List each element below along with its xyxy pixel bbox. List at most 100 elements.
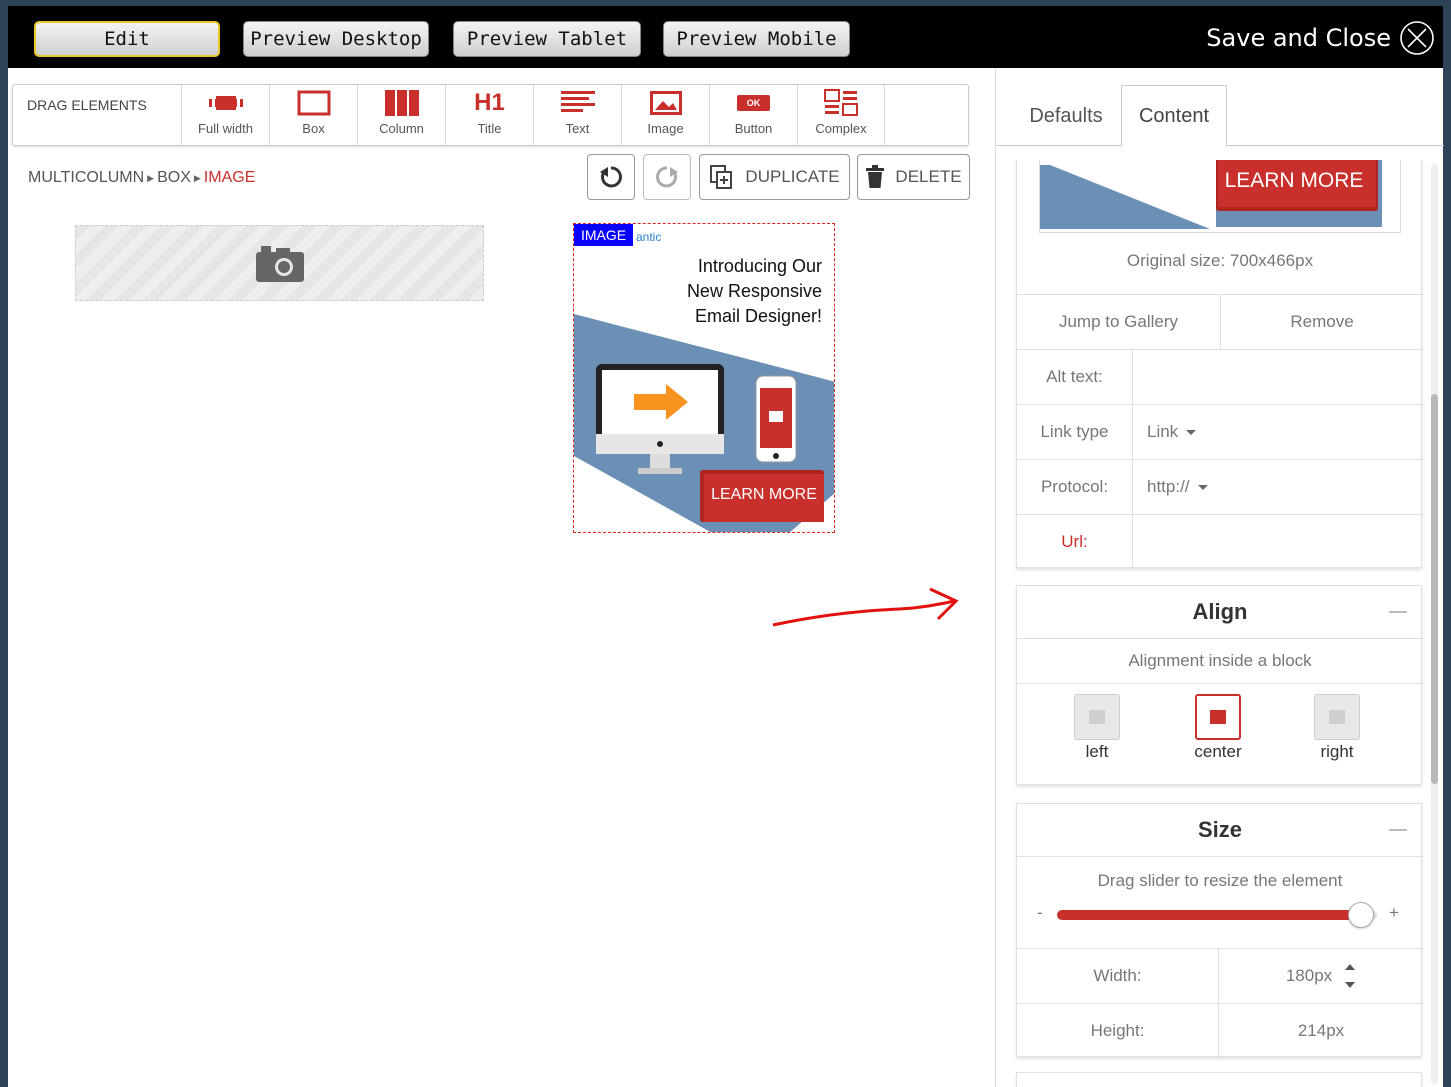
banner-heading-line: Email Designer! [694,306,822,326]
align-right-icon [1314,694,1360,740]
drag-item-full-width[interactable]: Full width [181,85,269,145]
edit-mode-button[interactable]: Edit [34,21,220,57]
preview-desktop-button[interactable]: Preview Desktop [243,21,429,57]
size-card: Size Drag slider to resize the element -… [1016,803,1423,1058]
complex-icon [824,89,858,116]
drag-item-label: Box [302,121,325,136]
protocol-dropdown[interactable]: http:// [1133,460,1423,514]
properties-panel: Defaults Content LEARN MORE Original siz… [995,68,1444,1087]
gallery-actions-row: Jump to Gallery Remove [1017,294,1423,349]
duplicate-icon [710,165,733,189]
width-value: 180px [1285,966,1333,985]
alt-text-label: Alt text: [1046,367,1103,386]
breadcrumb: MULTICOLUMN ▶ BOX ▶ IMAGE [28,169,255,187]
width-row: Width: 180px [1017,948,1423,1003]
column-icon [384,90,419,116]
close-circle-icon [1400,21,1434,55]
url-label: Url: [1061,532,1088,551]
height-row: Height: 214px [1017,1003,1423,1058]
alt-text-row: Alt text: [1017,349,1423,404]
align-title: Align [1192,599,1248,624]
undo-icon [600,166,622,188]
align-options-row: left center right [1017,683,1423,786]
align-card: Align Alignment inside a block left cent… [1016,585,1423,786]
drag-item-button[interactable]: OK Button [709,85,797,145]
drag-item-title[interactable]: H1 Title [445,85,533,145]
title-icon: H1 [474,89,505,116]
preview-learn-more-text: LEARN MORE [1224,169,1364,192]
collapse-size-icon[interactable] [1389,829,1407,831]
delete-label: DELETE [895,167,962,186]
width-stepper[interactable]: 180px [1219,949,1423,1003]
align-center-option[interactable]: center [1178,694,1258,762]
align-right-label: right [1320,742,1354,761]
alt-text-field[interactable] [1133,350,1423,404]
preview-tablet-button[interactable]: Preview Tablet [453,21,641,57]
banner-heading-line: Introducing Our [697,256,822,276]
height-label: Height: [1090,1021,1145,1040]
protocol-value: http:// [1147,477,1190,496]
duplicate-button[interactable]: DUPLICATE [699,154,850,200]
jump-to-gallery-button[interactable]: Jump to Gallery [1017,295,1220,349]
selected-image-element[interactable]: IMAGE antic Introducing Our New Responsi… [573,223,835,533]
drag-item-column[interactable]: Column [357,85,445,145]
drag-item-label: Complex [815,121,867,136]
remove-image-button[interactable]: Remove [1221,295,1423,349]
image-icon [649,91,682,115]
drag-item-box[interactable]: Box [269,85,357,145]
text-icon [560,91,595,112]
banner-brand-text: antic [636,230,662,244]
panel-tabs: Defaults Content [996,82,1444,147]
size-slider-handle[interactable] [1348,902,1374,928]
width-label: Width: [1093,966,1142,985]
slider-minus-label: - [1037,903,1043,922]
delete-button[interactable]: DELETE [857,154,970,200]
tab-content[interactable]: Content [1121,85,1227,147]
redo-icon [656,166,678,188]
save-and-close-label: Save and Close [1206,24,1391,52]
align-subtitle: Alignment inside a block [1128,651,1312,670]
full-width-icon [208,96,243,110]
image-preview-thumbnail[interactable]: LEARN MORE [1039,160,1401,233]
save-and-close-button[interactable]: Save and Close [1206,18,1435,58]
panel-scroll-area: LEARN MORE Original size: 700x466px Jump… [996,160,1444,1087]
align-left-icon [1074,694,1120,740]
drag-item-image[interactable]: Image [621,85,709,145]
panel-scrollbar-thumb[interactable] [1431,394,1438,784]
breadcrumb-item-box[interactable]: BOX [157,169,191,187]
banner-heading-line: New Responsive [686,281,822,301]
original-size-text: Original size: 700x466px [1126,251,1314,270]
protocol-label: Protocol: [1040,477,1109,496]
align-subtitle-row: Alignment inside a block [1017,638,1423,683]
collapse-align-icon[interactable] [1389,611,1407,613]
drag-elements-title: DRAG ELEMENTS [27,97,147,113]
empty-image-placeholder[interactable] [75,225,484,301]
drag-item-text[interactable]: Text [533,85,621,145]
size-slider-track[interactable] [1057,902,1377,928]
tab-defaults[interactable]: Defaults [1010,85,1122,147]
undo-button[interactable] [587,154,635,200]
stepper-arrows-icon[interactable] [1344,962,1356,990]
drag-item-complex[interactable]: Complex [797,85,885,145]
preview-mobile-button[interactable]: Preview Mobile [663,21,850,57]
drag-item-label: Column [379,121,424,136]
url-field[interactable] [1133,515,1423,569]
drag-item-label: Button [734,121,773,136]
button-icon: OK [736,85,771,121]
editor-canvas-area: DRAG ELEMENTS Full width Box Column H1 T… [8,68,995,1087]
url-row: Url: [1017,514,1423,569]
redo-button[interactable] [643,154,691,200]
align-left-option[interactable]: left [1057,694,1137,762]
height-value: 214px [1297,1021,1345,1040]
link-type-row: Link type Link [1017,404,1423,459]
camera-icon [255,246,304,282]
align-right-option[interactable]: right [1297,694,1377,762]
breadcrumb-item-current: IMAGE [203,169,256,186]
top-bar: Edit Preview Desktop Preview Tablet Prev… [8,6,1443,68]
breadcrumb-item-multicolumn[interactable]: MULTICOLUMN [28,169,144,187]
link-type-dropdown[interactable]: Link [1133,405,1423,459]
image-settings-card: LEARN MORE Original size: 700x466px Jump… [1016,160,1423,569]
next-settings-card [1016,1072,1422,1087]
drag-item-label: Image [647,121,684,136]
panel-scrollbar[interactable] [1431,164,1438,1084]
